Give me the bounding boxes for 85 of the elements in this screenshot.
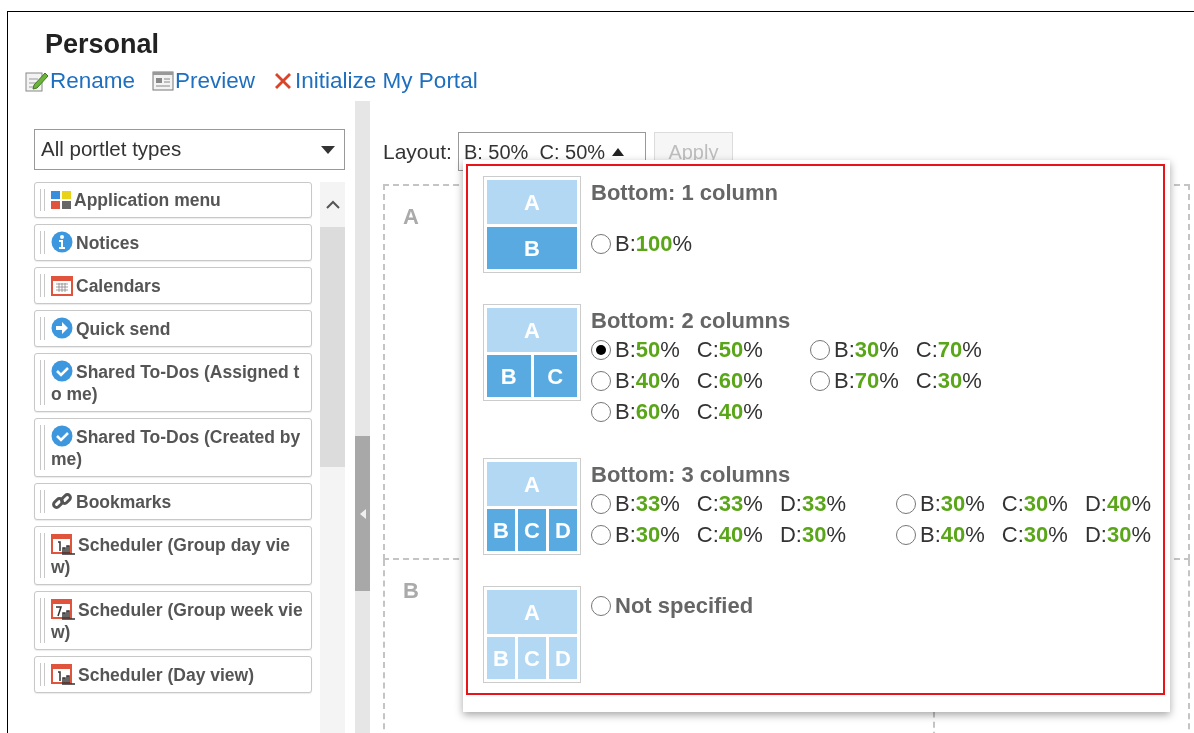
portlet-item[interactable]: Shared To-Dos (Created by me): [34, 418, 312, 477]
page-title: Personal: [45, 28, 160, 60]
layout-region: B: [487, 227, 577, 269]
drag-handle-icon: [40, 317, 45, 340]
action-link[interactable]: Preview: [152, 63, 256, 98]
layout-region: B: [487, 355, 531, 397]
document-icon: [152, 69, 175, 92]
layout-region: C: [533, 355, 577, 397]
portlet-item[interactable]: Calendars: [34, 267, 312, 304]
layout-option[interactable]: B:33% C:33% D:33%: [591, 488, 896, 519]
collapse-left-icon: [359, 508, 366, 519]
calendar-chart-icon: [51, 663, 75, 685]
radio-button[interactable]: [896, 524, 916, 545]
layout-region: A: [487, 462, 577, 506]
layout-option[interactable]: B:70% C:30%: [810, 365, 1029, 396]
drag-handle-icon: [40, 425, 45, 470]
layout-option[interactable]: B:30% C:70%: [810, 334, 1029, 365]
layout-option[interactable]: B:60% C:40%: [591, 396, 810, 427]
collapse-handle[interactable]: [355, 436, 370, 591]
calendar-icon: [51, 274, 73, 296]
layout-region: A: [487, 308, 577, 352]
radio-button[interactable]: [591, 524, 611, 545]
drag-handle-icon: [40, 598, 45, 643]
portlet-item[interactable]: Shared To-Dos (Assigned to me): [34, 353, 312, 412]
portlet-item[interactable]: Quick send: [34, 310, 312, 347]
drag-handle-icon: [40, 533, 45, 578]
drag-handle-icon: [40, 231, 45, 254]
layout-option[interactable]: B:30% C:30% D:40%: [896, 488, 1194, 519]
zone-label: B: [403, 578, 419, 603]
layout-option[interactable]: B:40% C:30% D:30%: [896, 519, 1194, 550]
drag-handle-icon: [40, 490, 45, 513]
radio-button[interactable]: [810, 339, 830, 360]
layout-label: Layout:: [383, 138, 452, 165]
arrow-circle-icon: [51, 317, 73, 339]
scrollbar-thumb[interactable]: [320, 227, 345, 467]
drag-handle-icon: [40, 189, 45, 211]
portlet-type-select[interactable]: All portlet types: [34, 129, 345, 170]
layout-region: B: [487, 637, 515, 679]
layout-region: C: [518, 637, 546, 679]
scroll-up-chevron-icon[interactable]: [325, 200, 340, 209]
group-title: Bottom: 2 columns: [591, 308, 792, 334]
portlet-item[interactable]: Scheduler (Group week view): [34, 591, 312, 650]
layout-region: D: [549, 637, 577, 679]
drag-handle-icon: [40, 274, 45, 297]
radio-button[interactable]: [810, 370, 830, 391]
layout-region: B: [487, 509, 515, 551]
layout-option[interactable]: B:100%: [591, 228, 810, 259]
chain-link-icon: [51, 490, 73, 512]
portlet-item[interactable]: Scheduler (Day view): [34, 656, 312, 693]
portlet-item[interactable]: Bookmarks: [34, 483, 312, 520]
layout-region: A: [487, 180, 577, 224]
portlet-item[interactable]: Notices: [34, 224, 312, 261]
drag-handle-icon: [40, 663, 45, 686]
calendar-chart-icon: [51, 598, 75, 620]
drag-handle-icon: [40, 360, 45, 405]
layout-option[interactable]: Not specified: [591, 590, 896, 621]
group-title: Bottom: 1 column: [591, 180, 779, 206]
layout-region: C: [518, 509, 546, 551]
info-icon: [51, 231, 73, 253]
calendar-chart-icon: [51, 533, 75, 555]
action-link[interactable]: Initialize My Portal: [272, 63, 478, 98]
check-circle-icon: [51, 425, 73, 447]
layout-option[interactable]: B:50% C:50%: [591, 334, 810, 365]
check-circle-icon: [51, 360, 73, 382]
layout-region: D: [549, 509, 577, 551]
group-title: Bottom: 3 columns: [591, 462, 792, 488]
grid-icon: [51, 190, 71, 210]
layout-option[interactable]: B:40% C:60%: [591, 365, 810, 396]
radio-button[interactable]: [896, 493, 916, 514]
radio-button[interactable]: [591, 370, 611, 391]
radio-button[interactable]: [591, 233, 611, 254]
radio-button[interactable]: [591, 401, 611, 422]
portlet-item[interactable]: Application menu: [34, 182, 312, 218]
layout-region: A: [487, 590, 577, 634]
scrollbar[interactable]: [320, 182, 345, 733]
radio-button[interactable]: [591, 339, 611, 360]
portlet-item[interactable]: Scheduler (Group day view): [34, 526, 312, 585]
dropdown-caret-icon: [321, 145, 335, 154]
zone-label: A: [403, 204, 419, 229]
radio-button[interactable]: [591, 493, 611, 514]
radio-button[interactable]: [591, 595, 611, 616]
layout-option[interactable]: B:30% C:40% D:30%: [591, 519, 896, 550]
splitter-bar[interactable]: [355, 101, 370, 733]
action-link[interactable]: Rename: [25, 63, 136, 98]
pencil-page-icon: [25, 69, 49, 92]
